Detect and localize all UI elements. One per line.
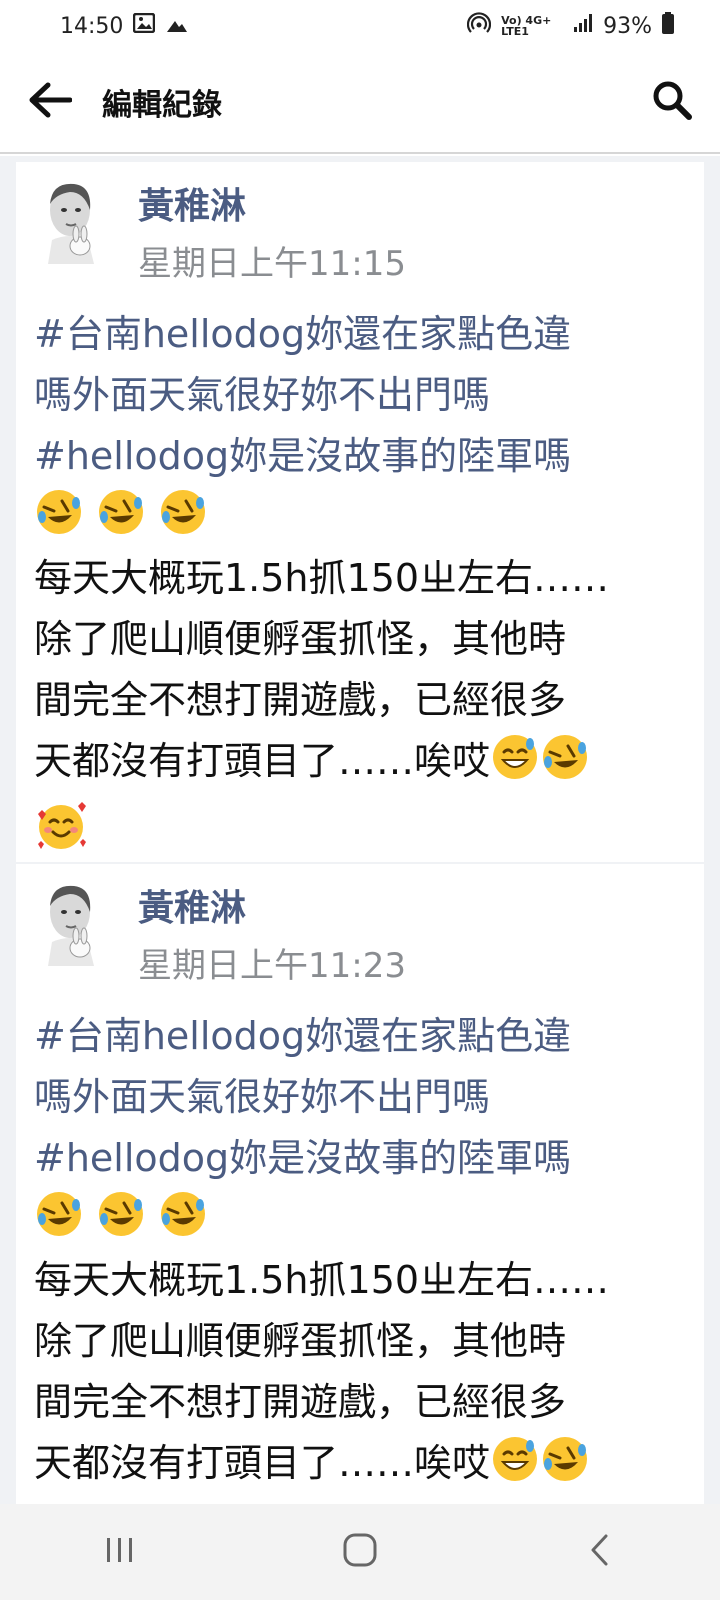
network-label: Vo) 4G+ LTE1: [501, 14, 552, 38]
author-name[interactable]: 黃稚淋: [138, 184, 406, 230]
home-button[interactable]: [320, 1512, 400, 1592]
hotspot-icon: [467, 11, 492, 41]
search-button[interactable]: [646, 76, 698, 128]
rolling-laughing-emoji-icon: [158, 1189, 208, 1257]
avatar[interactable]: [34, 882, 114, 972]
emoji-row: [34, 800, 686, 861]
hashtag-text[interactable]: #hellodog妳是沒故事的陸軍嗎: [34, 1128, 686, 1189]
post-body: #台南hellodog妳還在家點色違 嗎外面天氣很好妳不出門嗎 #hellodo…: [34, 304, 686, 861]
grinning-sweat-emoji-icon: [490, 732, 540, 800]
battery-icon: [662, 12, 674, 40]
rolling-laughing-emoji-icon: [540, 1434, 590, 1502]
image-icon: [133, 12, 156, 39]
post-text-line-content: 天都沒有打頭目了……唉哎: [34, 1441, 491, 1485]
signal-icon: [573, 13, 593, 39]
rolling-laughing-emoji-icon: [158, 487, 208, 555]
post-text-line: 間完全不想打開遊戲，已經很多: [34, 678, 567, 722]
battery-percent: 93%: [603, 13, 652, 39]
grinning-sweat-emoji-icon: [490, 1434, 540, 1502]
nav-back-button[interactable]: [560, 1512, 640, 1592]
post-text-line: 每天大概玩1.5h抓150ㄓ左右……: [34, 556, 610, 600]
search-icon: [651, 79, 693, 125]
post-text-line: 天都沒有打頭目了……唉哎: [34, 1433, 686, 1502]
post-body: #台南hellodog妳還在家點色違 嗎外面天氣很好妳不出門嗎 #hellodo…: [34, 1006, 686, 1502]
smiling-hearts-emoji-icon: [34, 800, 90, 870]
post-text-line: 除了爬山順便孵蛋抓怪，其他時: [34, 617, 567, 661]
hashtag-text[interactable]: #hellodog妳是沒故事的陸軍嗎: [34, 426, 686, 487]
author-name[interactable]: 黃稚淋: [138, 886, 406, 932]
rolling-laughing-emoji-icon: [34, 487, 84, 555]
back-arrow-icon: [28, 82, 73, 122]
hashtag-text[interactable]: 嗎外面天氣很好妳不出門嗎: [34, 365, 686, 426]
edit-history-card: 黃稚淋 星期日上午11:23 #台南hellodog妳還在家點色違 嗎外面天氣很…: [16, 864, 704, 1504]
post-timestamp: 星期日上午11:15: [138, 244, 406, 284]
emoji-row: [34, 1189, 686, 1250]
page-title: 編輯紀錄: [102, 88, 222, 123]
cloud-icon: [165, 14, 189, 39]
rolling-laughing-emoji-icon: [96, 1189, 146, 1257]
home-icon: [342, 1532, 378, 1572]
hashtag-text[interactable]: #台南hellodog妳還在家點色違: [34, 304, 686, 365]
edit-history-list[interactable]: 黃稚淋 星期日上午11:15 #台南hellodog妳還在家點色違 嗎外面天氣很…: [0, 156, 720, 1504]
edit-history-card: 黃稚淋 星期日上午11:15 #台南hellodog妳還在家點色違 嗎外面天氣很…: [16, 162, 704, 862]
back-icon: [588, 1533, 612, 1571]
rolling-laughing-emoji-icon: [540, 732, 590, 800]
recent-apps-icon: [104, 1536, 136, 1568]
post-text-line-content: 天都沒有打頭目了……唉哎: [34, 739, 491, 783]
hashtag-text[interactable]: 嗎外面天氣很好妳不出門嗎: [34, 1067, 686, 1128]
system-nav-bar: [0, 1504, 720, 1600]
post-text-line: 除了爬山順便孵蛋抓怪，其他時: [34, 1319, 567, 1363]
avatar[interactable]: [34, 180, 114, 270]
status-time: 14:50: [60, 13, 124, 39]
recent-apps-button[interactable]: [80, 1512, 160, 1592]
status-bar: 14:50 Vo) 4G+ LTE1 93%: [0, 0, 720, 52]
post-text-line: 天都沒有打頭目了……唉哎: [34, 731, 686, 800]
rolling-laughing-emoji-icon: [34, 1189, 84, 1257]
rolling-laughing-emoji-icon: [96, 487, 146, 555]
post-timestamp: 星期日上午11:23: [138, 946, 406, 986]
post-text-line: 間完全不想打開遊戲，已經很多: [34, 1380, 567, 1424]
post-text-line: 每天大概玩1.5h抓150ㄓ左右……: [34, 1258, 610, 1302]
back-button[interactable]: [24, 76, 76, 128]
app-bar: 編輯紀錄: [0, 52, 720, 154]
emoji-row: [34, 487, 686, 548]
hashtag-text[interactable]: #台南hellodog妳還在家點色違: [34, 1006, 686, 1067]
